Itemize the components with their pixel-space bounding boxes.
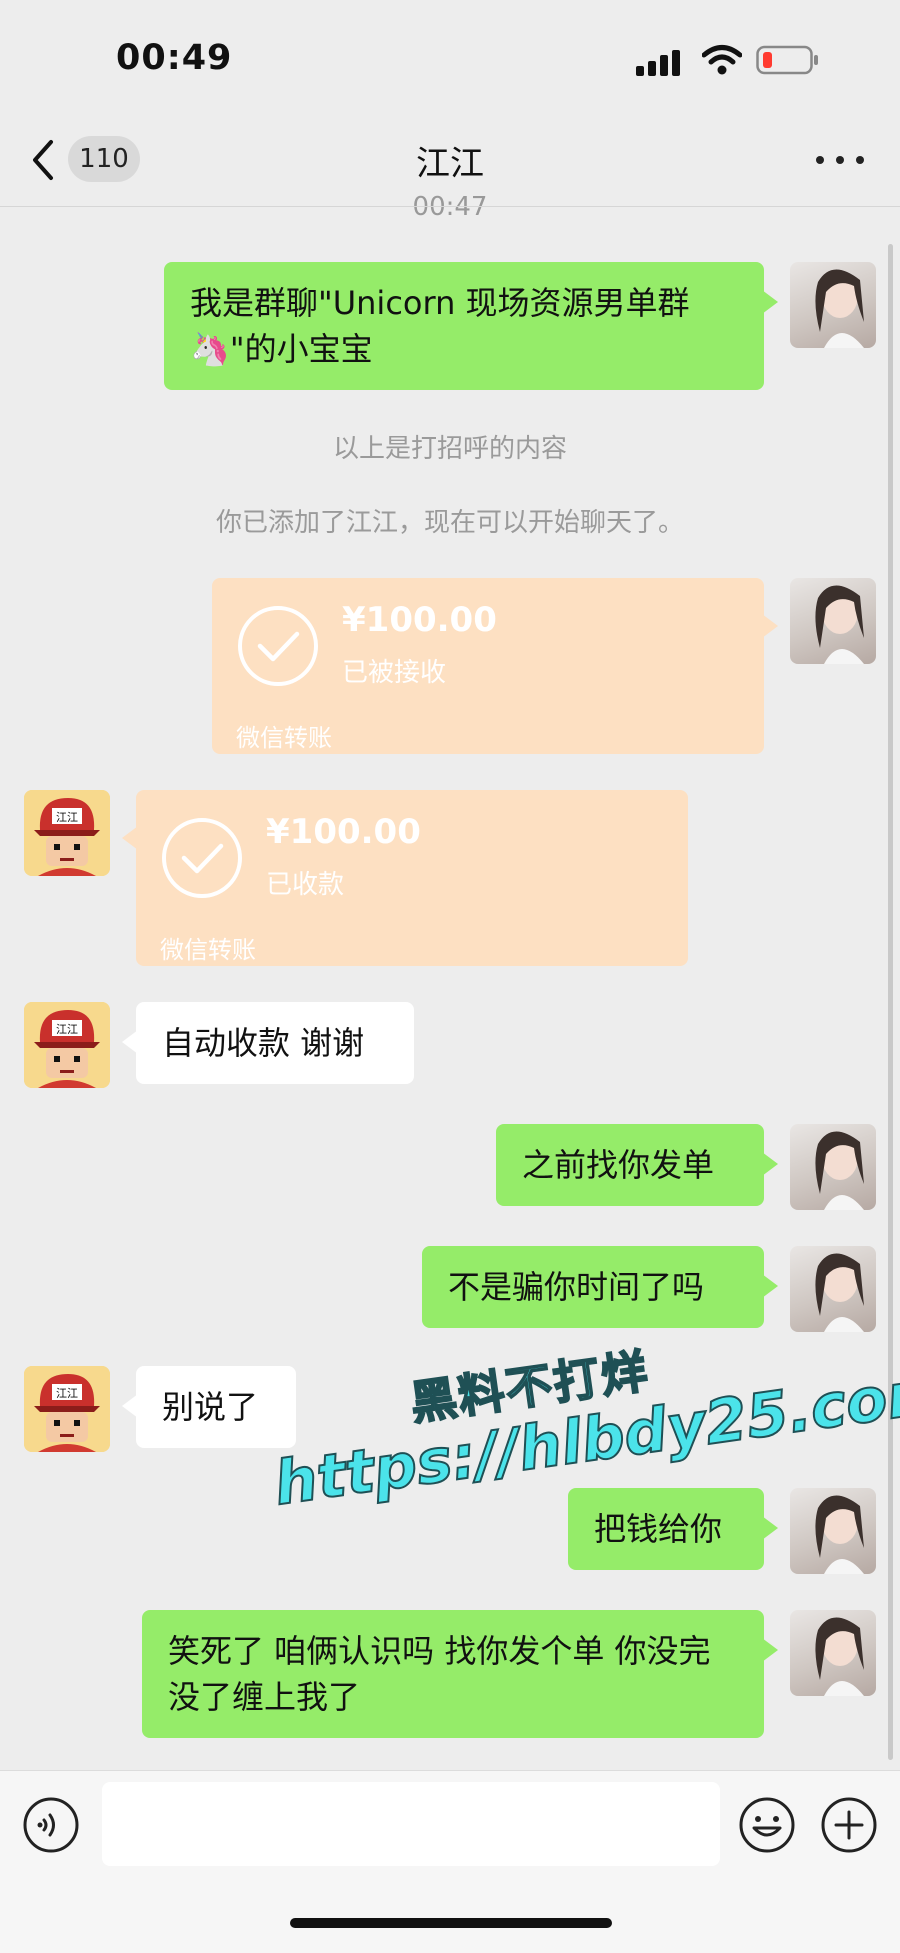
plus-icon[interactable]: [820, 1796, 878, 1854]
transfer-label: 微信转账: [160, 936, 256, 964]
message-bubble-sent[interactable]: 把钱给你: [568, 1488, 778, 1570]
system-note: 你已添加了江江，现在可以开始聊天了。: [215, 508, 684, 538]
message-text: 别说了: [162, 1388, 259, 1426]
message-bubble-received[interactable]: 自动收款 谢谢: [122, 1002, 414, 1084]
message-bubble-received[interactable]: 别说了: [122, 1366, 296, 1448]
scrollbar[interactable]: [888, 244, 893, 1760]
transfer-amount: ¥100.00: [266, 812, 421, 852]
message-bubble-sent[interactable]: 不是骗你时间了吗: [422, 1246, 778, 1328]
check-circle-icon: [238, 606, 318, 686]
message-text: 我是群聊"Unicorn 现场资源男单群🦄"的小宝宝: [190, 284, 690, 368]
transfer-status: 已被接收: [342, 658, 447, 688]
transfer-amount: ¥100.00: [342, 600, 497, 640]
message-text: 自动收款 谢谢: [162, 1024, 365, 1062]
home-indicator[interactable]: [290, 1918, 612, 1928]
avatar-me[interactable]: [790, 1124, 876, 1210]
system-note: 以上是打招呼的内容: [332, 434, 567, 464]
wifi-icon: [702, 45, 742, 75]
message-bubble-sent[interactable]: 之前找你发单: [496, 1124, 778, 1206]
transfer-status: 已收款: [266, 870, 345, 900]
avatar-badge-text: 江江: [56, 1387, 78, 1400]
avatar-jiangjiang[interactable]: 江江: [24, 790, 110, 876]
more-icon[interactable]: [816, 148, 866, 172]
emoji-icon[interactable]: [738, 1796, 796, 1854]
avatar-me[interactable]: [790, 578, 876, 664]
avatar-me[interactable]: [790, 1610, 876, 1696]
message-bubble-sent[interactable]: 我是群聊"Unicorn 现场资源男单群🦄"的小宝宝: [164, 262, 778, 390]
message-text: 不是骗你时间了吗: [448, 1268, 705, 1306]
message-text: 把钱给你: [594, 1510, 723, 1548]
avatar-me[interactable]: [790, 1246, 876, 1332]
avatar-badge-text: 江江: [56, 1023, 78, 1036]
status-time: 00:49: [116, 38, 233, 78]
transfer-card-received[interactable]: ¥100.00 已收款 微信转账: [122, 790, 688, 966]
chat-title: 江江: [416, 144, 484, 184]
header-divider: [0, 206, 900, 207]
avatar-jiangjiang[interactable]: 江江: [24, 1002, 110, 1088]
check-circle-icon: [162, 818, 242, 898]
signal-icon: [636, 50, 680, 76]
transfer-card-sent[interactable]: ¥100.00 已被接收 微信转账: [212, 578, 778, 754]
avatar-me[interactable]: [790, 262, 876, 348]
voice-icon[interactable]: [22, 1796, 80, 1854]
battery-icon: [756, 45, 818, 75]
avatar-me[interactable]: [790, 1488, 876, 1574]
message-bubble-sent[interactable]: 笑死了 咱俩认识吗 找你发个单 你没完没了缠上我了: [142, 1610, 778, 1738]
avatar-jiangjiang[interactable]: 江江: [24, 1366, 110, 1452]
message-text: 笑死了 咱俩认识吗 找你发个单 你没完没了缠上我了: [168, 1632, 711, 1716]
message-text: 之前找你发单: [522, 1146, 715, 1184]
transfer-label: 微信转账: [236, 724, 332, 752]
message-input[interactable]: [102, 1782, 720, 1866]
timestamp: 00:47: [412, 192, 488, 222]
avatar-badge-text: 江江: [56, 811, 78, 824]
